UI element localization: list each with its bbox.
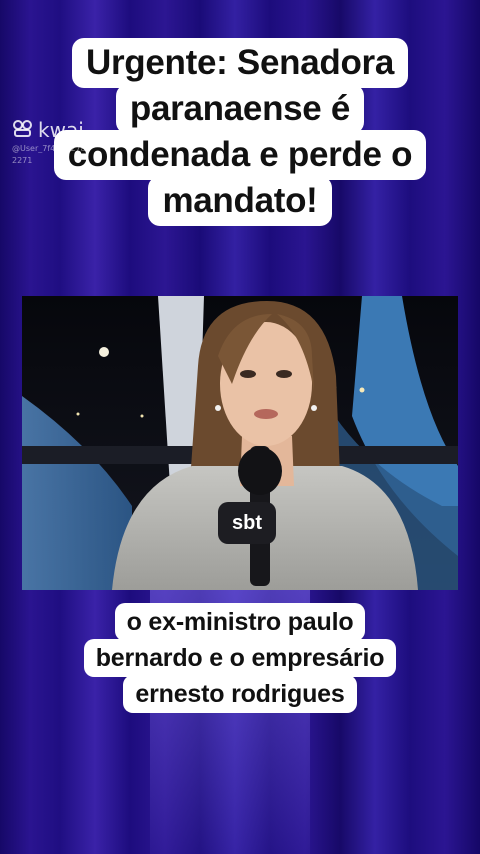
headline-line: paranaense é: [115, 84, 365, 134]
kwai-brand: kwai: [38, 118, 84, 142]
headline: Urgente: Senadora paranaense é condenada…: [38, 38, 442, 226]
kwai-user-id: 2271: [12, 156, 33, 165]
news-video-frame[interactable]: sbt: [22, 296, 458, 590]
kwai-watermark: kwai @User_7f4d3027a5 2271: [12, 118, 91, 166]
reporter-scene: sbt: [22, 296, 458, 590]
caption-line: ernesto rodrigues: [123, 675, 357, 713]
caption-line: o ex-ministro paulo: [114, 603, 366, 641]
headline-line: condenada e perde o: [53, 130, 427, 180]
mic-logo: sbt: [232, 512, 262, 534]
kwai-logo-icon: [12, 118, 34, 142]
kwai-username: @User_7f4d3027a5: [12, 144, 91, 153]
caption-line: bernardo e o empresário: [83, 639, 397, 677]
headline-line: mandato!: [148, 176, 332, 226]
headline-line: Urgente: Senadora: [71, 38, 409, 88]
caption: o ex-ministro paulo bernardo e o empresá…: [60, 603, 420, 713]
